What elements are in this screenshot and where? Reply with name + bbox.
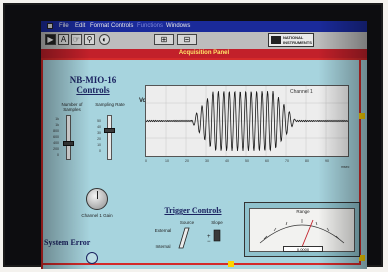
run-icon[interactable]: ▶ bbox=[45, 34, 56, 45]
waveform-plot bbox=[145, 86, 349, 156]
menu-windows[interactable]: Windows bbox=[166, 21, 190, 32]
scroll-marker[interactable] bbox=[359, 113, 365, 119]
controls-title: NB-MIO-16 Controls bbox=[48, 75, 138, 95]
meter-face: Range 0.0000 bbox=[249, 208, 355, 252]
meter-scale bbox=[259, 219, 345, 248]
text-tool-icon[interactable]: A bbox=[58, 34, 69, 45]
trigger-controls-title: Trigger Controls bbox=[164, 206, 222, 215]
distribute-icon[interactable]: ⊟ bbox=[177, 34, 197, 45]
zoom-icon[interactable]: ⚲ bbox=[84, 34, 95, 45]
hscroll-marker[interactable] bbox=[228, 261, 234, 267]
system-error-indicator bbox=[86, 252, 98, 264]
screen: File Edit Format Controls Functions Wind… bbox=[41, 21, 367, 269]
waveform-graph[interactable] bbox=[145, 85, 349, 157]
meter-needle bbox=[301, 219, 314, 248]
gain-label: Channel 1 Gain bbox=[81, 213, 113, 218]
svg-text:−: − bbox=[207, 239, 211, 244]
menu-functions[interactable]: Functions bbox=[137, 21, 163, 32]
color-tool-icon[interactable]: ◐ bbox=[99, 34, 110, 45]
graph-channel-label: Channel 1 bbox=[290, 89, 313, 95]
source-switch[interactable] bbox=[177, 226, 191, 250]
align-icon[interactable]: ⊞ bbox=[154, 34, 174, 45]
toolbar: ▶ A ☞ ⚲ ◐ ⊞ ⊟ NATIONAL INSTRUMENTS bbox=[41, 32, 367, 50]
gain-knob[interactable] bbox=[86, 188, 108, 210]
window-title-bar[interactable]: Acquisition Panel bbox=[41, 49, 367, 58]
monitor-bezel: File Edit Format Controls Functions Wind… bbox=[3, 3, 383, 269]
ni-mark-icon bbox=[271, 36, 281, 44]
samples-scale: 1k 1k 800 600 400 200 0 bbox=[53, 117, 59, 157]
range-meter: Range 0.0000 bbox=[244, 202, 360, 257]
front-panel: NB-MIO-16 Controls Number of Samples 1k … bbox=[41, 58, 367, 269]
system-menu-icon[interactable] bbox=[47, 23, 53, 29]
menu-format[interactable]: Format bbox=[90, 21, 109, 32]
trigger-slope-label: Slope bbox=[211, 220, 223, 225]
operate-tool-icon[interactable]: ☞ bbox=[71, 34, 82, 45]
trigger-source-label: Source bbox=[179, 220, 195, 225]
trigger-internal-option[interactable]: Internal bbox=[149, 244, 177, 249]
samples-slider[interactable] bbox=[66, 115, 71, 160]
waveform-trace bbox=[145, 90, 349, 152]
rate-slider-thumb[interactable] bbox=[104, 128, 115, 133]
national-instruments-logo: NATIONAL INSTRUMENTS bbox=[268, 33, 314, 47]
trigger-external-option[interactable]: External bbox=[149, 228, 177, 233]
board-name: NB-MIO-16 bbox=[69, 75, 117, 85]
meter-readout: 0.0000 bbox=[283, 246, 323, 252]
slope-switch[interactable]: + − bbox=[207, 228, 223, 244]
menu-file[interactable]: File bbox=[59, 21, 69, 32]
logo-text: NATIONAL INSTRUMENTS bbox=[283, 35, 312, 45]
menu-bar: File Edit Format Controls Functions Wind… bbox=[41, 21, 367, 32]
system-error-label: System Error bbox=[44, 238, 91, 247]
menu-controls[interactable]: Controls bbox=[111, 21, 133, 32]
rate-label: Sampling Rate bbox=[95, 102, 125, 107]
graph-y-label: Volts bbox=[139, 98, 153, 105]
controls-heading: Controls bbox=[76, 85, 110, 95]
menu-edit[interactable]: Edit bbox=[75, 21, 85, 32]
samples-label: Number of Samples bbox=[61, 102, 83, 112]
samples-slider-thumb[interactable] bbox=[63, 141, 74, 146]
rate-scale: 50 40 30 20 10 0 bbox=[97, 119, 101, 153]
rate-slider[interactable] bbox=[107, 115, 112, 160]
window-title: Acquisition Panel bbox=[178, 50, 230, 56]
graph-x-unit: msec bbox=[341, 165, 350, 169]
